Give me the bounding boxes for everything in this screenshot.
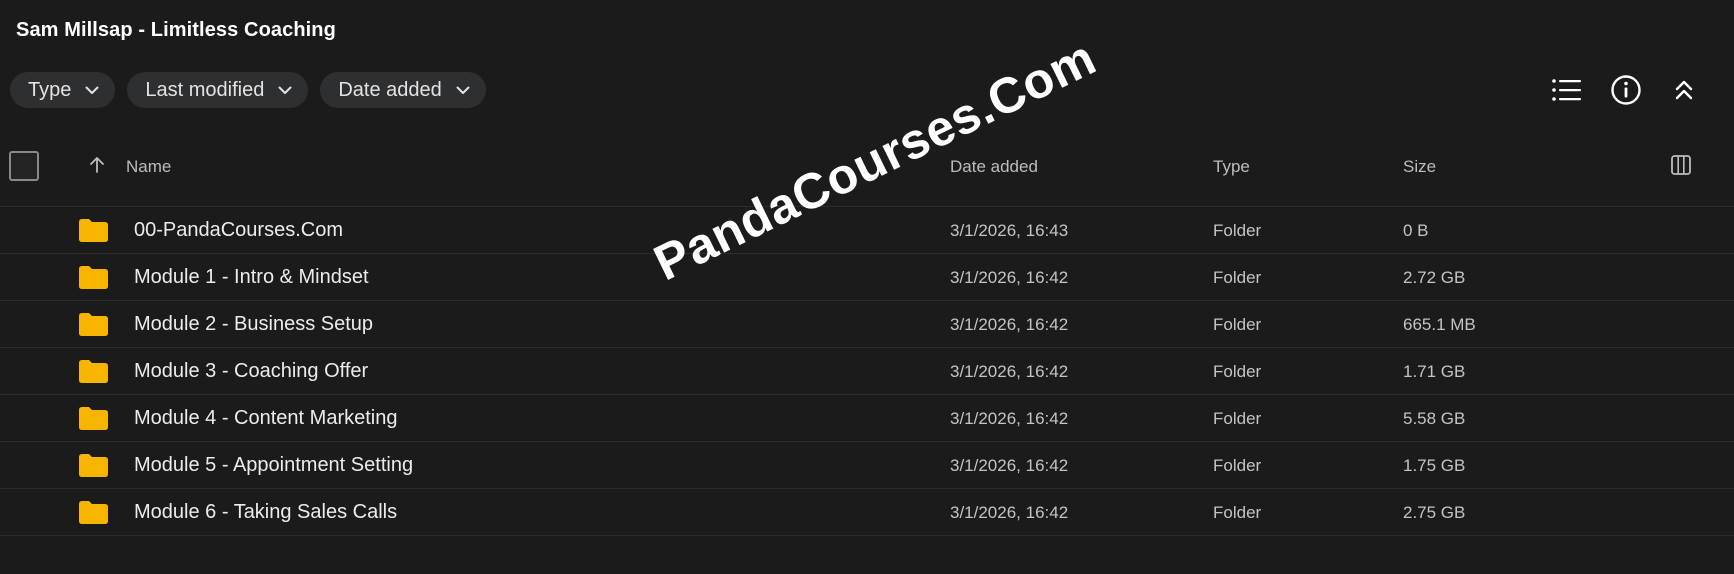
row-name: Module 6 - Taking Sales Calls bbox=[134, 501, 398, 523]
columns-icon[interactable] bbox=[1670, 154, 1692, 176]
table-row[interactable]: Module 3 - Coaching Offer 3/1/2026, 16:4… bbox=[0, 348, 1734, 395]
folder-icon bbox=[79, 407, 108, 430]
row-name: Module 4 - Content Marketing bbox=[134, 407, 398, 429]
filter-last-modified-label: Last modified bbox=[145, 78, 265, 101]
file-table: Name Date added Type Size 00-PandaCourse… bbox=[0, 137, 1734, 536]
info-icon[interactable] bbox=[1606, 70, 1646, 110]
row-size: 2.75 GB bbox=[1403, 503, 1466, 522]
table-row[interactable]: 00-PandaCourses.Com 3/1/2026, 16:43 Fold… bbox=[0, 207, 1734, 254]
column-header-name[interactable]: Name bbox=[126, 157, 171, 177]
table-row[interactable]: Module 4 - Content Marketing 3/1/2026, 1… bbox=[0, 395, 1734, 442]
column-header-date-added[interactable]: Date added bbox=[950, 157, 1038, 177]
row-type: Folder bbox=[1213, 503, 1262, 522]
filter-type-chip[interactable]: Type bbox=[10, 72, 116, 108]
folder-icon bbox=[79, 360, 108, 383]
collapse-icon[interactable] bbox=[1664, 70, 1704, 110]
row-size: 0 B bbox=[1403, 221, 1429, 240]
table-row[interactable]: Module 5 - Appointment Setting 3/1/2026,… bbox=[0, 442, 1734, 489]
folder-icon bbox=[79, 266, 108, 289]
column-header-type[interactable]: Type bbox=[1213, 157, 1250, 177]
filter-type-label: Type bbox=[28, 78, 72, 101]
folder-icon bbox=[79, 219, 108, 242]
folder-icon bbox=[79, 501, 108, 524]
select-all-checkbox[interactable] bbox=[9, 151, 39, 181]
row-name: Module 2 - Business Setup bbox=[134, 313, 374, 335]
folder-icon bbox=[79, 454, 108, 477]
row-type: Folder bbox=[1213, 456, 1262, 475]
row-type: Folder bbox=[1213, 315, 1262, 334]
list-view-icon[interactable] bbox=[1547, 70, 1587, 110]
folder-icon bbox=[79, 313, 108, 336]
row-size: 1.75 GB bbox=[1403, 456, 1466, 475]
row-type: Folder bbox=[1213, 362, 1262, 381]
row-type: Folder bbox=[1213, 409, 1262, 428]
row-size: 2.72 GB bbox=[1403, 268, 1466, 287]
row-date-added: 3/1/2026, 16:42 bbox=[950, 503, 1069, 522]
row-date-added: 3/1/2026, 16:42 bbox=[950, 268, 1069, 287]
row-size: 5.58 GB bbox=[1403, 409, 1466, 428]
row-size: 1.71 GB bbox=[1403, 362, 1466, 381]
table-row[interactable]: Module 6 - Taking Sales Calls 3/1/2026, … bbox=[0, 489, 1734, 536]
row-name: 00-PandaCourses.Com bbox=[134, 219, 343, 241]
filter-last-modified-chip[interactable]: Last modified bbox=[127, 72, 309, 108]
column-header-size[interactable]: Size bbox=[1403, 157, 1436, 177]
chevron-down-icon bbox=[278, 83, 292, 97]
view-toolbar bbox=[1514, 70, 1734, 110]
filter-bar: Type Last modified Date added bbox=[10, 72, 486, 108]
sort-ascending-icon[interactable] bbox=[86, 154, 108, 176]
table-header: Name Date added Type Size bbox=[0, 137, 1734, 207]
filter-date-added-chip[interactable]: Date added bbox=[320, 72, 486, 108]
row-name: Module 1 - Intro & Mindset bbox=[134, 266, 369, 288]
row-size: 665.1 MB bbox=[1403, 315, 1476, 334]
chevron-down-icon bbox=[456, 83, 470, 97]
row-name: Module 3 - Coaching Offer bbox=[134, 360, 369, 382]
row-date-added: 3/1/2026, 16:42 bbox=[950, 315, 1069, 334]
page-title: Sam Millsap - Limitless Coaching bbox=[16, 19, 336, 41]
filter-date-added-label: Date added bbox=[338, 78, 442, 101]
row-name: Module 5 - Appointment Setting bbox=[134, 454, 414, 476]
row-date-added: 3/1/2026, 16:42 bbox=[950, 409, 1069, 428]
chevron-down-icon bbox=[85, 83, 99, 97]
row-date-added: 3/1/2026, 16:43 bbox=[950, 221, 1069, 240]
table-row[interactable]: Module 1 - Intro & Mindset 3/1/2026, 16:… bbox=[0, 254, 1734, 301]
row-date-added: 3/1/2026, 16:42 bbox=[950, 362, 1069, 381]
row-type: Folder bbox=[1213, 268, 1262, 287]
file-browser: Sam Millsap - Limitless Coaching Type La… bbox=[0, 0, 1734, 574]
table-body: 00-PandaCourses.Com 3/1/2026, 16:43 Fold… bbox=[0, 207, 1734, 536]
row-date-added: 3/1/2026, 16:42 bbox=[950, 456, 1069, 475]
row-type: Folder bbox=[1213, 221, 1262, 240]
table-row[interactable]: Module 2 - Business Setup 3/1/2026, 16:4… bbox=[0, 301, 1734, 348]
